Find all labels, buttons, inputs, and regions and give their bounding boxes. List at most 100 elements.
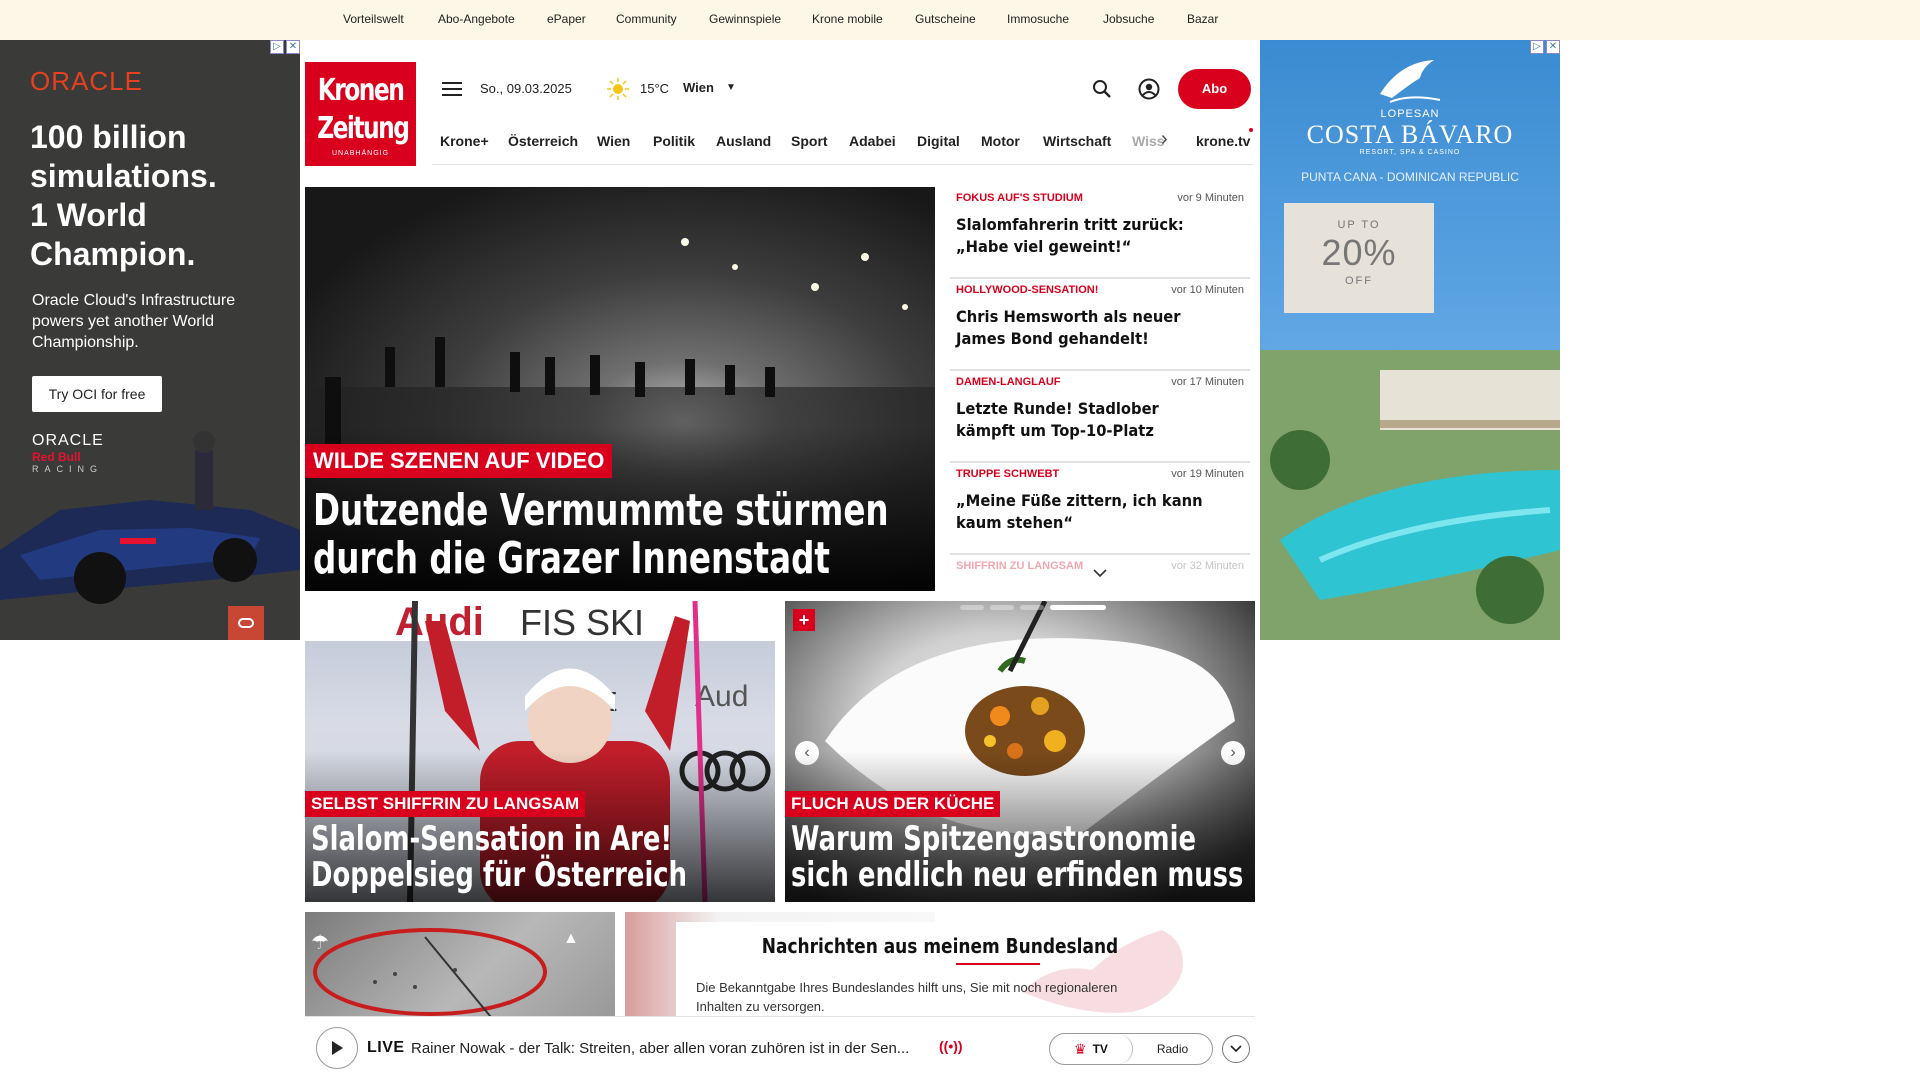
topnav-jobsuche[interactable]: Jobsuche <box>1103 12 1154 26</box>
ticker-kicker: HOLLYWOOD-SENSATION! <box>956 284 1099 296</box>
topnav-vorteilswelt[interactable]: Vorteilswelt <box>343 12 404 26</box>
bundesland-title: Nachrichten aus meinem Bundesland <box>761 934 1119 958</box>
ad-offer-top: UP TO <box>1337 219 1381 231</box>
carousel-dot[interactable] <box>960 605 984 610</box>
ad-offer-bottom: OFF <box>1345 275 1373 287</box>
nav-krone-plus[interactable]: Krone+ <box>440 133 489 149</box>
sun-weather-icon <box>607 78 629 100</box>
oracle-corner-icon[interactable] <box>228 606 264 640</box>
ad-brand-sub: RESORT, SPA & CASINO <box>1359 149 1461 156</box>
ticker-expand-chevron-icon[interactable] <box>1092 565 1108 581</box>
ad-close-icon[interactable]: ✕ <box>286 40 300 54</box>
carousel-dot[interactable] <box>990 605 1014 610</box>
nav-wissenschaft[interactable]: Wiss <box>1132 133 1165 149</box>
temperature: 15°C <box>640 81 670 96</box>
article-card-gastronomie[interactable]: + ‹ › FLUCH AUS DER KÜCHE Warum Spitzeng… <box>785 601 1255 902</box>
kronen-zeitung-logo[interactable]: Kronen Zeitung UNABHÄNGIG <box>305 62 416 166</box>
card-headline-line: sich endlich neu erfinden muss <box>791 855 1244 895</box>
top-utility-bar: Vorteilswelt Abo-Angebote ePaper Communi… <box>0 0 1920 40</box>
live-title[interactable]: Rainer Nowak - der Talk: Streiten, aber … <box>411 1040 931 1057</box>
ad-headline-line: 100 billion <box>30 119 187 155</box>
ad-info-icon[interactable]: ▷ <box>270 40 284 54</box>
nav-wien[interactable]: Wien <box>597 133 630 149</box>
topnav-bazar[interactable]: Bazar <box>1187 12 1218 26</box>
card-headline-line: Slalom-Sensation in Are! <box>311 819 673 859</box>
nav-adabei[interactable]: Adabei <box>849 133 896 149</box>
ticker-item[interactable]: HOLLYWOOD-SENSATION! vor 10 Minuten Chri… <box>950 279 1250 371</box>
menu-icon[interactable] <box>440 78 464 100</box>
nav-krone-tv[interactable]: krone.tv <box>1196 133 1250 149</box>
article-card-slalom[interactable]: Audi FIS SKI Aud ÅRE SELBST SHIFFRIN ZU … <box>305 601 775 902</box>
nav-scroll-right-icon[interactable]: › <box>1161 128 1168 151</box>
advertisement-lopesan[interactable]: ▷ ✕ LOPESAN COSTA BÁVARO RESORT, SPA & CA… <box>1260 40 1560 640</box>
tv-label: TV <box>1092 1042 1108 1056</box>
ticker-item[interactable]: FOKUS AUF'S STUDIUM vor 9 Minuten Slalom… <box>950 187 1250 279</box>
resort-pool-image <box>1260 350 1560 640</box>
live-badge: LIVE <box>367 1039 405 1056</box>
ad-brand-small: LOPESAN <box>1380 108 1440 120</box>
ad-offer-box[interactable]: UP TO 20% OFF <box>1284 203 1434 313</box>
carousel-dot-active[interactable] <box>1050 605 1106 610</box>
nav-digital[interactable]: Digital <box>917 133 960 149</box>
broadcast-icon: ((•)) <box>939 1038 963 1054</box>
parachute-icon: ☂ <box>311 932 329 954</box>
carousel-indicators <box>960 605 1106 610</box>
ticker-title: Letzte Runde! Stadlober kämpft um Top-10… <box>956 399 1159 440</box>
ticker-title: Chris Hemsworth als neuer James Bond geh… <box>956 307 1181 348</box>
ad-choices-badge[interactable]: ▷ ✕ <box>270 40 300 56</box>
hero-headline-line: durch die Grazer Innenstadt <box>313 533 830 584</box>
play-button[interactable] <box>316 1027 358 1069</box>
nav-motor[interactable]: Motor <box>981 133 1020 149</box>
topnav-abo-angebote[interactable]: Abo-Angebote <box>438 12 515 26</box>
nav-politik[interactable]: Politik <box>653 133 695 149</box>
ticker-kicker: DAMEN-LANGLAUF <box>956 376 1061 388</box>
bundesland-text: Die Bekanntgabe Ihres Bundeslandes hilft… <box>696 980 1118 1014</box>
nav-divider <box>432 164 1254 165</box>
logo-line2: Zeitung <box>317 111 410 146</box>
logo-tagline: UNABHÄNGIG <box>331 150 390 157</box>
nav-wirtschaft[interactable]: Wirtschaft <box>1043 133 1111 149</box>
ticker-kicker: FOKUS AUF'S STUDIUM <box>956 192 1083 204</box>
nav-ausland[interactable]: Ausland <box>716 133 771 149</box>
topnav-community[interactable]: Community <box>616 12 677 26</box>
ad-close-icon[interactable]: ✕ <box>1546 40 1560 54</box>
chevron-down-icon: ▼ <box>725 82 736 93</box>
user-account-icon[interactable] <box>1137 77 1161 101</box>
topnav-gutscheine[interactable]: Gutscheine <box>915 12 976 26</box>
expand-chevron-icon[interactable] <box>1222 1035 1250 1063</box>
ticker-item[interactable]: DAMEN-LANGLAUF vor 17 Minuten Letzte Run… <box>950 371 1250 463</box>
krone-plus-badge-icon: + <box>793 609 815 631</box>
tv-toggle[interactable]: ♛ TV <box>1050 1034 1133 1064</box>
nav-sport[interactable]: Sport <box>791 133 828 149</box>
card-kicker: SELBST SHIFFRIN ZU LANGSAM <box>305 791 586 817</box>
topnav-immosuche[interactable]: Immosuche <box>1007 12 1069 26</box>
ticker-item[interactable]: TRUPPE SCHWEBT vor 19 Minuten „Meine Füß… <box>950 463 1250 555</box>
ad-info-icon[interactable]: ▷ <box>1530 40 1544 54</box>
advertisement-oracle[interactable]: ▷ ✕ ORACLE 100 billion simulations. 1 Wor… <box>0 40 300 640</box>
live-dot-icon <box>1249 128 1253 132</box>
play-up-icon: ▲ <box>563 930 579 947</box>
card-headline-line: Doppelsieg für Österreich <box>311 855 688 895</box>
ad-cta-button[interactable]: Try OCI for free <box>32 376 162 412</box>
topnav-epaper[interactable]: ePaper <box>547 12 586 26</box>
carousel-dot[interactable] <box>1020 605 1044 610</box>
svg-text:FIS SKI: FIS SKI <box>520 602 644 643</box>
topnav-krone-mobile[interactable]: Krone mobile <box>812 12 883 26</box>
radio-toggle[interactable]: Radio <box>1133 1034 1212 1064</box>
media-toggle: ♛ TV Radio <box>1049 1033 1213 1065</box>
hero-kicker: WILDE SZENEN AUF VIDEO <box>305 444 613 478</box>
city-selector[interactable]: Wien ▼ <box>683 80 736 95</box>
abo-button[interactable]: Abo <box>1178 69 1251 109</box>
ad-choices-badge[interactable]: ▷ ✕ <box>1530 40 1560 56</box>
hero-article[interactable]: WILDE SZENEN AUF VIDEO Dutzende Vermummt… <box>305 187 935 591</box>
topnav-gewinnspiele[interactable]: Gewinnspiele <box>709 12 781 26</box>
ticker-kicker: SHIFFRIN ZU LANGSAM <box>956 560 1084 572</box>
card-headline: Slalom-Sensation in Are! Doppelsieg für … <box>311 821 687 893</box>
card-headline-line: Warum Spitzengastronomie <box>791 819 1196 859</box>
live-player-bar: LIVE Rainer Nowak - der Talk: Streiten, … <box>305 1016 1255 1080</box>
nav-oesterreich[interactable]: Österreich <box>508 133 578 149</box>
ad-brand: ORACLE <box>30 66 143 96</box>
ad-offer-value: 20% <box>1321 232 1397 273</box>
search-icon[interactable] <box>1090 77 1114 101</box>
ticker-time: vor 9 Minuten <box>1177 192 1244 204</box>
